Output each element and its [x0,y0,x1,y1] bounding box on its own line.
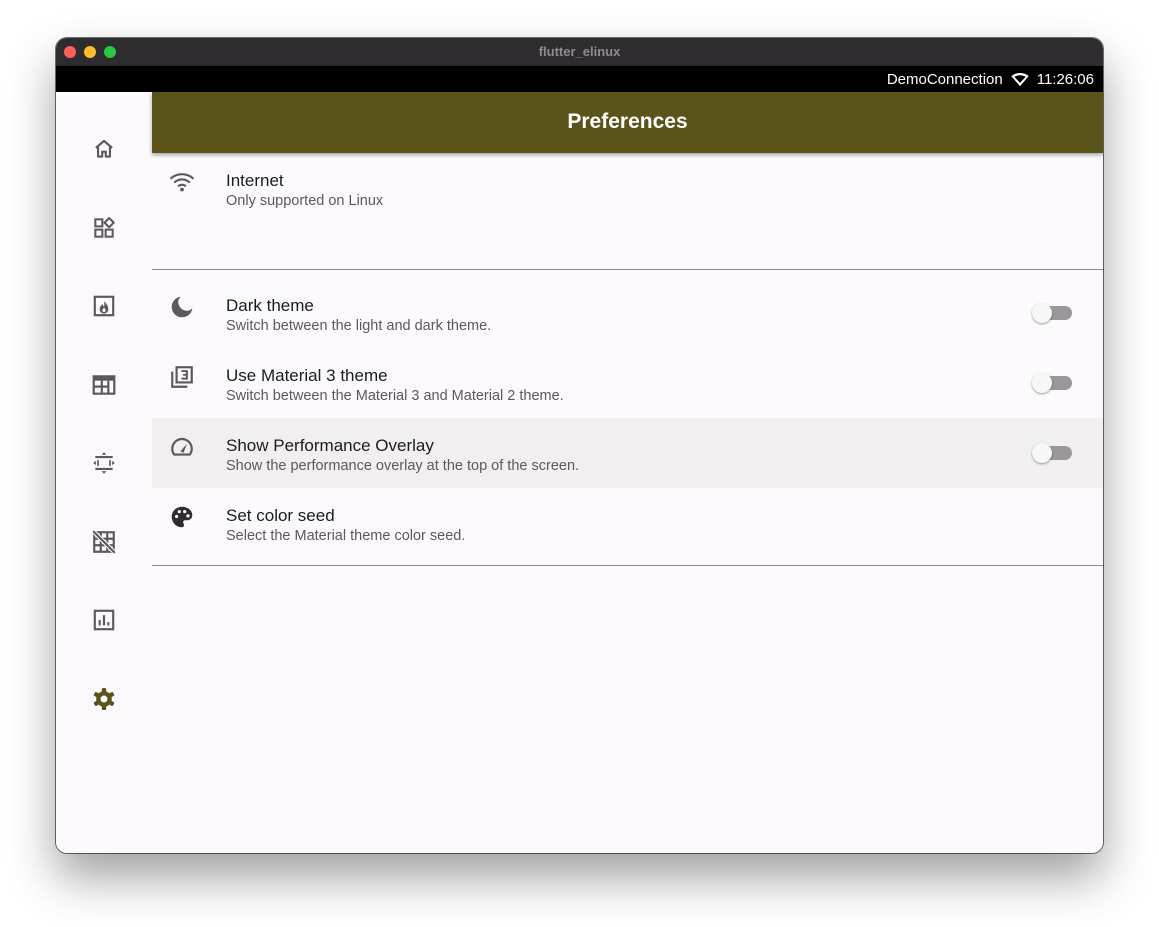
switch-thumb [1032,443,1052,463]
rail-item-settings[interactable] [84,679,124,719]
navigation-rail [56,92,152,853]
widgets-icon [94,217,115,238]
window-title: flutter_elinux [538,44,621,59]
material3-tile[interactable]: Use Material 3 theme Switch between the … [152,348,1103,418]
grid-off-icon [91,529,117,555]
wifi-status-icon [1011,73,1029,87]
status-time: 11:26:06 [1036,71,1094,88]
page-title: Preferences [567,110,688,133]
section-divider [152,269,1103,270]
palette-icon [171,506,193,528]
internet-subtitle: Only supported on Linux [226,193,384,209]
switch-thumb [1032,373,1052,393]
rail-item-widgets[interactable] [84,208,124,248]
color-seed-subtitle: Select the Material theme color seed. [226,528,466,544]
app-bar: Preferences [152,92,1103,153]
settings-overscan-icon [93,452,115,474]
dark-theme-tile[interactable]: Dark theme Switch between the light and … [152,278,1103,348]
preferences-list: Internet Only supported on Linux Dark th… [152,153,1103,853]
color-seed-tile[interactable]: Set color seed Select the Material theme… [152,488,1103,558]
wifi-icon [170,173,194,192]
dark-theme-subtitle: Switch between the light and dark theme. [226,318,492,334]
color-seed-title: Set color seed [226,506,335,525]
material3-switch[interactable] [1032,373,1072,393]
speed-icon [171,437,193,456]
window-titlebar: flutter_elinux [56,38,1103,66]
switch-thumb [1032,303,1052,323]
list-end-divider [152,565,1103,566]
web-icon [92,375,116,395]
dark-theme-title: Dark theme [226,296,314,315]
status-bar-right: DemoConnection 11:26:06 [887,71,1094,88]
rail-item-chart[interactable] [84,600,124,640]
material3-title: Use Material 3 theme [226,366,388,385]
dark-theme-switch[interactable] [1032,303,1072,323]
moon-icon [171,296,193,318]
rail-item-overscan[interactable] [84,443,124,483]
material3-subtitle: Switch between the Material 3 and Materi… [226,388,564,404]
performance-overlay-tile[interactable]: Show Performance Overlay Show the perfor… [152,418,1103,488]
home-icon [95,139,113,158]
rail-item-fireplace[interactable] [84,286,124,326]
internet-tile[interactable]: Internet Only supported on Linux [152,153,1103,223]
performance-overlay-switch[interactable] [1032,443,1072,463]
internet-title: Internet [226,171,284,190]
rail-item-web[interactable] [84,365,124,405]
performance-overlay-subtitle: Show the performance overlay at the top … [226,458,580,474]
performance-overlay-title: Show Performance Overlay [226,436,434,455]
network-name: DemoConnection [886,71,1003,88]
filter-3-icon [171,366,193,388]
gear-icon [93,687,115,711]
app-window: flutter_elinux DemoConnection 11:26:06 P… [56,38,1103,853]
fireplace-icon [93,295,115,317]
rail-item-home[interactable] [84,129,124,169]
bar-chart-icon [93,609,115,631]
rail-item-grid-off[interactable] [84,522,124,562]
status-bar: DemoConnection 11:26:06 [56,66,1103,92]
